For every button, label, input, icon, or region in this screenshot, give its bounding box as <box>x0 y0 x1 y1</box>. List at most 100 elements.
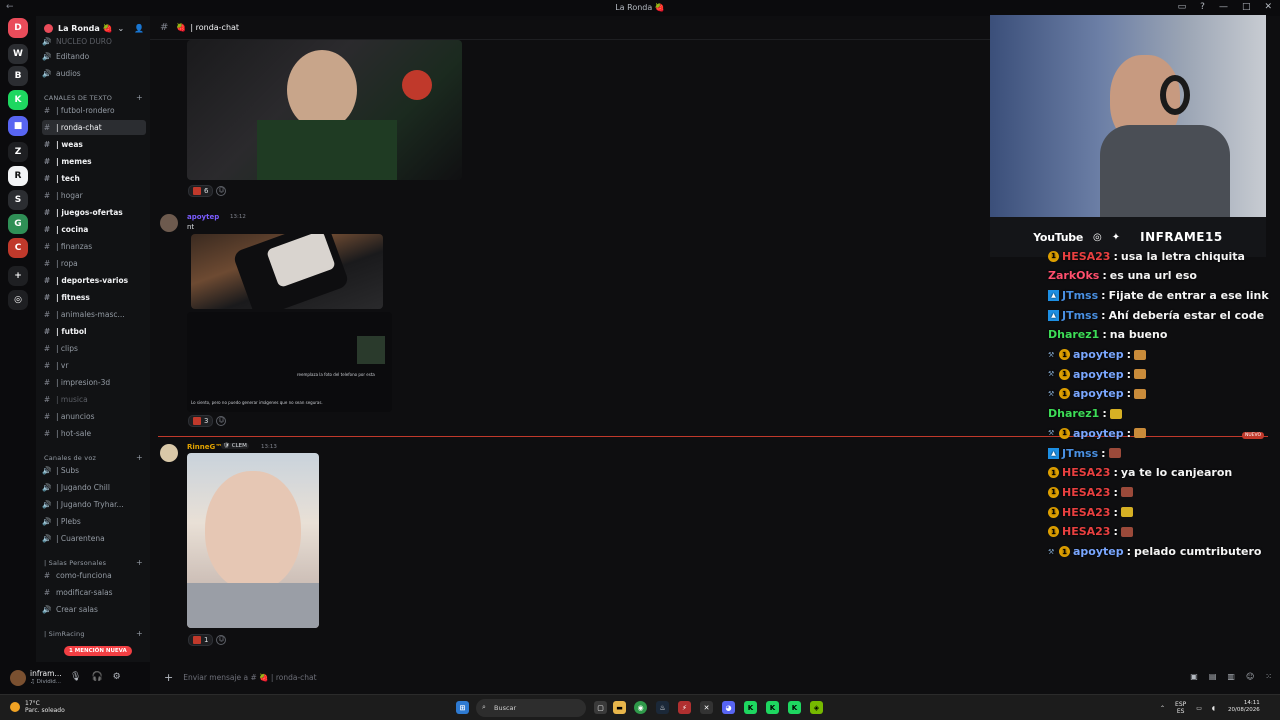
task-view-icon[interactable]: ▢ <box>594 701 607 714</box>
gif-icon[interactable]: ▤ <box>1209 672 1217 681</box>
sidebar-channel[interactable]: # modificar-salas <box>42 585 146 600</box>
sidebar-channel[interactable]: # | ronda-chat <box>42 120 146 135</box>
sidebar-channel[interactable]: # | ropa <box>42 256 146 271</box>
sidebar-channel[interactable]: # | hot-sale <box>42 426 146 441</box>
server-icon[interactable]: + <box>8 266 28 286</box>
sidebar-channel[interactable]: # | clips <box>42 341 146 356</box>
invite-icon[interactable]: 👤 <box>134 24 144 33</box>
sidebar-channel[interactable]: # | cocina <box>42 222 146 237</box>
folder-icon[interactable]: ▬ <box>613 701 626 714</box>
windows-icon[interactable]: ⊞ <box>456 701 469 714</box>
add-reaction-icon[interactable]: ☺ <box>216 635 227 645</box>
sidebar-channel[interactable]: # | fitness <box>42 290 146 305</box>
kick-icon[interactable]: K <box>788 701 801 714</box>
attachment-image[interactable]: reemplaza la foto del telefono por esta … <box>187 312 392 412</box>
maximize-icon[interactable]: □ <box>1242 2 1251 12</box>
category-rooms[interactable]: | Salas Personales + <box>44 558 143 567</box>
attachment-image[interactable] <box>187 40 462 180</box>
server-icon[interactable]: ◎ <box>8 290 28 310</box>
nvidia-icon[interactable]: ◈ <box>810 701 823 714</box>
sidebar-channel[interactable]: 🔊 | Jugando Chill <box>42 480 146 495</box>
chevron-down-icon[interactable]: ⌄ <box>118 24 125 33</box>
sidebar-channel[interactable]: 🔊 audios <box>42 66 146 81</box>
sidebar-channel[interactable]: # como-funciona <box>42 568 146 583</box>
sidebar-channel[interactable]: # | finanzas <box>42 239 146 254</box>
attachment-image[interactable] <box>187 453 319 628</box>
language-indicator[interactable]: ESP ES <box>1175 701 1186 715</box>
volume-icon[interactable]: ◖ <box>1212 705 1215 712</box>
category-voice[interactable]: Canales de voz + <box>44 453 143 462</box>
category-simracing[interactable]: | SimRacing + <box>44 629 143 638</box>
kick-icon[interactable]: K <box>744 701 757 714</box>
sidebar-channel[interactable]: # | vr <box>42 358 146 373</box>
gift-icon[interactable]: ▣ <box>1190 672 1198 681</box>
add-reaction-icon[interactable]: ☺ <box>216 416 227 426</box>
sidebar-channel[interactable]: # | animales-masc... <box>42 307 146 322</box>
message-composer[interactable]: + Enviar mensaje a # 🍓 | ronda-chat ▣ ▤ … <box>158 666 1278 688</box>
close-icon[interactable]: ✕ <box>1264 2 1272 12</box>
avatar[interactable] <box>10 670 26 686</box>
sidebar-channel[interactable]: # | deportes-varios <box>42 273 146 288</box>
server-icon[interactable]: C <box>8 238 28 258</box>
sidebar-channel[interactable]: # | juegos-ofertas <box>42 205 146 220</box>
steam-icon[interactable]: ♨ <box>656 701 669 714</box>
apps-icon[interactable]: ⁙ <box>1265 672 1272 681</box>
sidebar-channel[interactable]: # | impresion-3d <box>42 375 146 390</box>
add-channel-icon[interactable]: + <box>136 453 143 462</box>
server-icon[interactable]: D <box>8 18 28 38</box>
search-box[interactable]: ⌕ Buscar <box>476 699 586 717</box>
new-mention-pill[interactable]: 1 MENCIÓN NUEVA <box>64 646 132 656</box>
sidebar-channel[interactable]: # | futbol <box>42 324 146 339</box>
emoji-icon[interactable]: ☺ <box>1246 672 1254 681</box>
sidebar-channel[interactable]: 🔊 | Subs <box>42 463 146 478</box>
reaction-button[interactable]: 3 <box>188 415 214 427</box>
avatar[interactable] <box>160 444 178 462</box>
server-icon[interactable]: ■ <box>8 116 28 136</box>
sidebar-channel[interactable]: # | futbol-rondero <box>42 103 146 118</box>
server-icon[interactable]: B <box>8 66 28 86</box>
clock[interactable]: 14:11 20/08/2026 <box>1228 700 1260 714</box>
kick-icon[interactable]: K <box>766 701 779 714</box>
sidebar-channel[interactable]: # | anuncios <box>42 409 146 424</box>
microphone-icon[interactable]: 🎙 <box>70 672 81 682</box>
server-icon[interactable]: R <box>8 166 28 186</box>
minimize-icon[interactable]: — <box>1219 2 1228 12</box>
discord-icon[interactable]: ◕ <box>722 701 735 714</box>
add-channel-icon[interactable]: + <box>136 629 143 638</box>
message-author[interactable]: RinneG™ <box>187 443 222 451</box>
add-reaction-icon[interactable]: ☺ <box>216 186 227 196</box>
sidebar-channel[interactable]: # | memes <box>42 154 146 169</box>
sidebar-channel[interactable]: 🔊 Crear salas <box>42 602 146 617</box>
server-icon[interactable]: K <box>8 90 28 110</box>
server-icon[interactable]: G <box>8 214 28 234</box>
inbox-icon[interactable]: ▭ <box>1178 2 1187 12</box>
network-icon[interactable]: ▭ <box>1196 705 1202 712</box>
headphones-icon[interactable]: 🎧 <box>91 672 102 682</box>
sidebar-channel[interactable]: # | weas <box>42 137 146 152</box>
app-icon[interactable]: ✕ <box>700 701 713 714</box>
gear-icon[interactable]: ⚙ <box>113 672 121 682</box>
sidebar-channel[interactable]: # | tech <box>42 171 146 186</box>
message-author[interactable]: apoytep <box>187 213 219 221</box>
server-icon[interactable]: S <box>8 190 28 210</box>
sticker-icon[interactable]: ▥ <box>1227 672 1235 681</box>
reaction-button[interactable]: 1 <box>188 634 214 646</box>
channel-nucleo[interactable]: 🔊 NUCLEO DURO <box>42 34 146 49</box>
composer-placeholder[interactable]: Enviar mensaje a # 🍓 | ronda-chat <box>183 673 316 682</box>
add-channel-icon[interactable]: + <box>136 558 143 567</box>
server-icon[interactable]: W <box>8 44 28 64</box>
sidebar-channel[interactable]: # | musica <box>42 392 146 407</box>
avatar[interactable] <box>160 214 178 232</box>
sidebar-channel[interactable]: 🔊 | Jugando Tryhar... <box>42 497 146 512</box>
app-icon[interactable]: ⚡ <box>678 701 691 714</box>
add-channel-icon[interactable]: + <box>136 93 143 102</box>
sidebar-channel[interactable]: 🔊 Editando <box>42 49 146 64</box>
server-icon[interactable]: Z <box>8 142 28 162</box>
reaction-button[interactable]: 6 <box>188 185 214 197</box>
chevron-up-icon[interactable]: ⌃ <box>1160 705 1165 712</box>
sidebar-channel[interactable]: # | hogar <box>42 188 146 203</box>
sidebar-channel[interactable]: 🔊 | Cuarentena <box>42 531 146 546</box>
plus-icon[interactable]: + <box>164 671 173 684</box>
category-text[interactable]: CANALES DE TEXTO + <box>44 93 143 102</box>
weather-widget[interactable]: 17°C Parc. soleado <box>10 700 65 714</box>
